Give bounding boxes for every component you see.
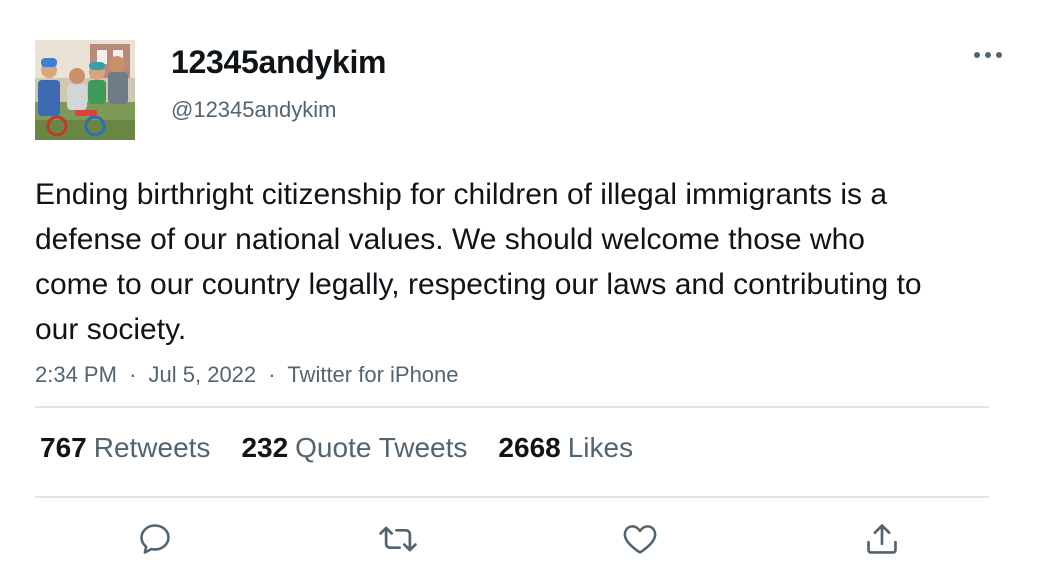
user-handle[interactable]: @12345andykim [171,97,336,123]
retweets-stat[interactable]: 767 Retweets [40,432,210,464]
tweet-stats: 767 Retweets 232 Quote Tweets 2668 Likes [40,432,633,464]
likes-label: Likes [567,432,634,463]
retweets-label: Retweets [93,432,211,463]
divider [35,406,989,408]
more-options-button[interactable] [970,42,1006,68]
likes-count: 2668 [498,432,561,463]
heart-icon [623,525,657,554]
quote-tweets-count: 232 [241,432,289,463]
retweets-count: 767 [40,432,87,463]
more-horizontal-icon [974,52,1002,58]
retweet-icon [379,526,417,552]
share-button[interactable] [861,518,903,560]
tweet-date[interactable]: Jul 5, 2022 [149,362,257,387]
tweet-source[interactable]: Twitter for iPhone [287,362,458,387]
display-name[interactable]: 12345andykim [171,44,387,81]
tweet-meta: 2:34 PM · Jul 5, 2022 · Twitter for iPho… [35,362,459,388]
divider [35,496,989,498]
likes-stat[interactable]: 2668 Likes [498,432,633,464]
share-icon [867,524,897,554]
tweet-text: Ending birthright citizenship for childr… [35,178,922,346]
avatar-photo [35,40,135,140]
tweet-time[interactable]: 2:34 PM [35,362,117,387]
quote-tweets-stat[interactable]: 232 Quote Tweets [241,432,467,464]
quote-tweets-label: Quote Tweets [295,432,468,463]
reply-button[interactable] [134,518,176,560]
like-button[interactable] [619,518,661,560]
meta-separator: · [129,362,137,387]
retweet-button[interactable] [377,518,419,560]
reply-icon [140,524,170,554]
avatar[interactable] [35,40,135,140]
meta-separator: · [268,362,276,387]
